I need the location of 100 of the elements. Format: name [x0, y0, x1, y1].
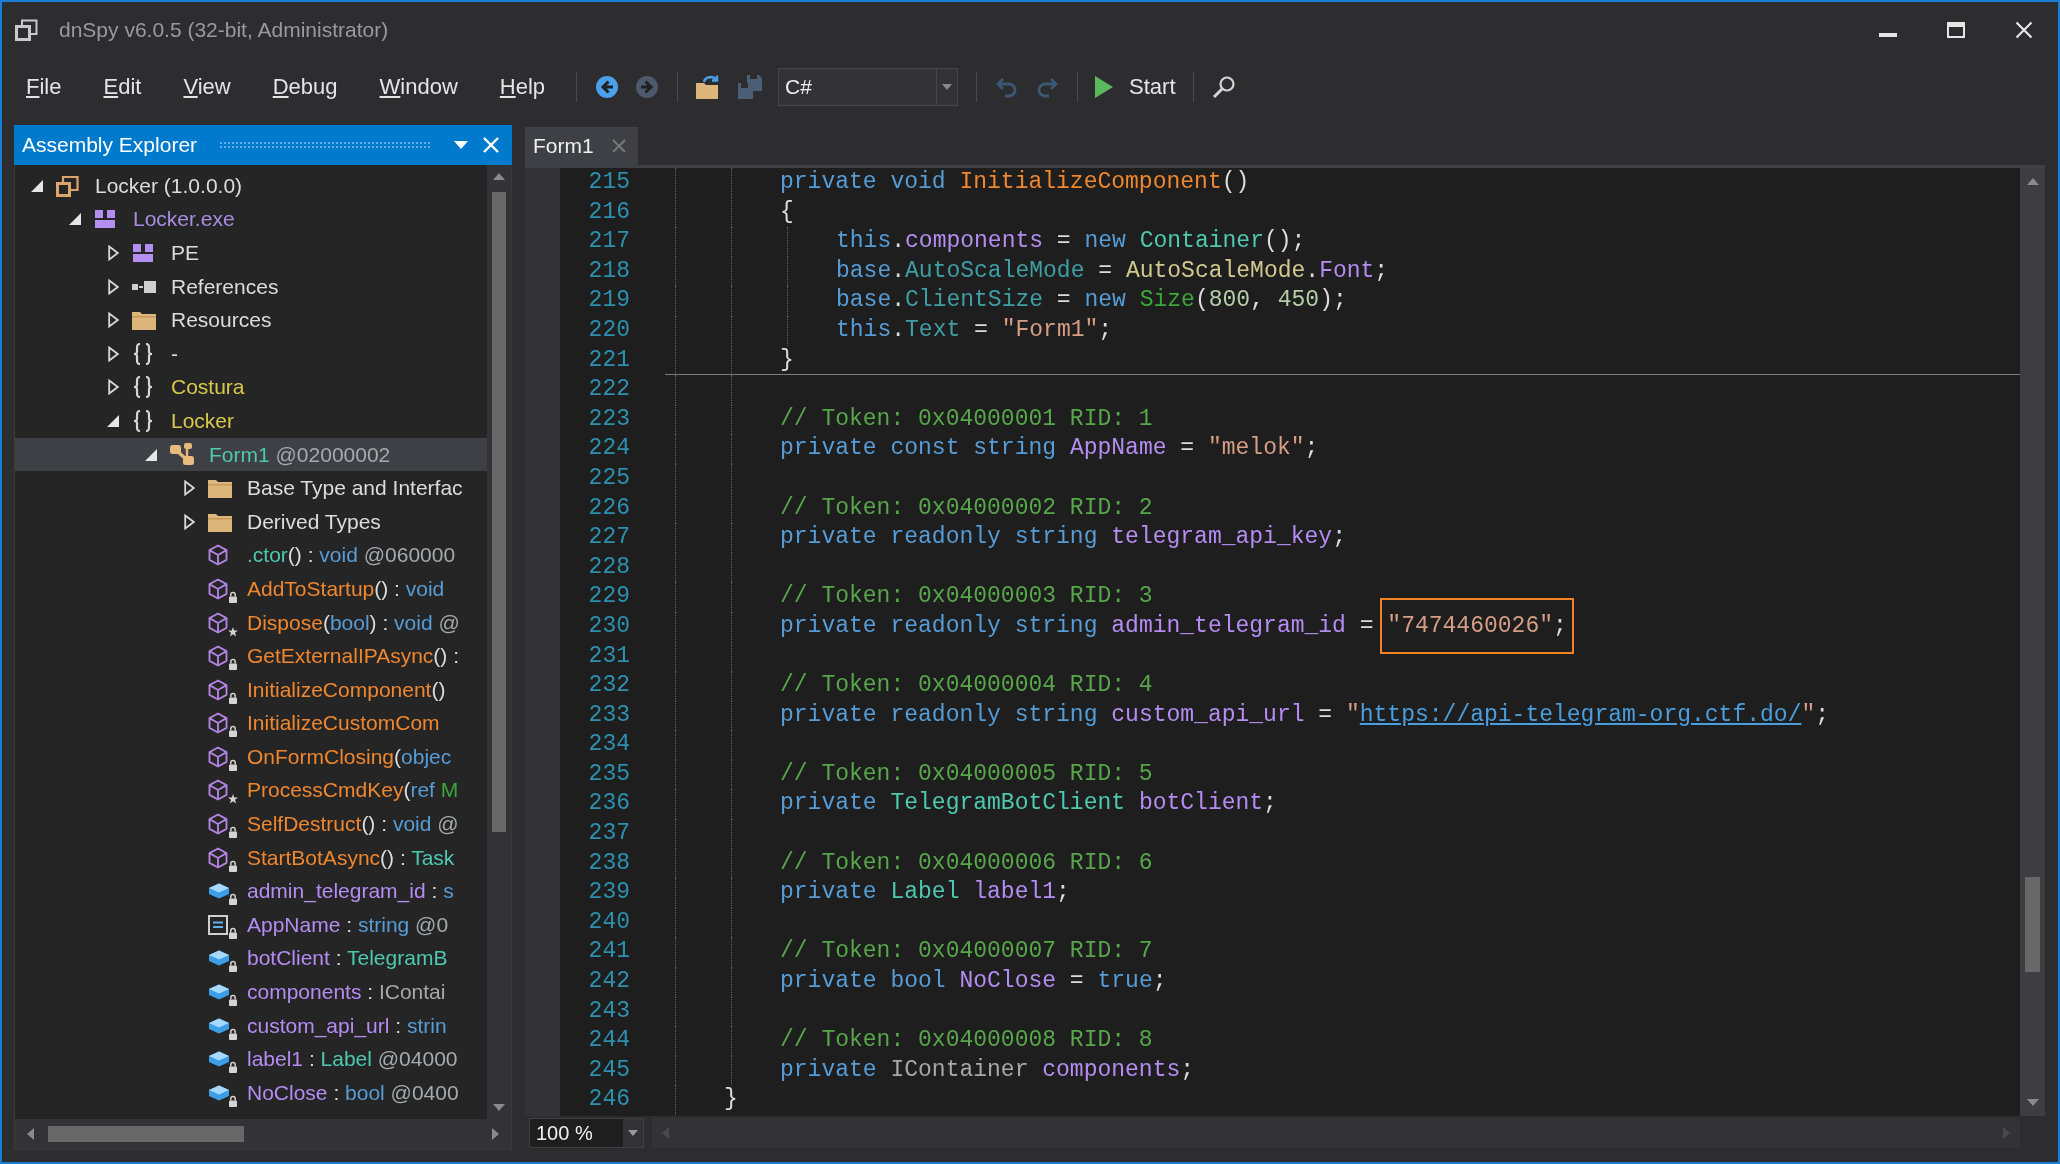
- code-line: // Token: 0x04000006 RID: 6: [780, 849, 1153, 876]
- tree-item[interactable]: Locker.exe: [15, 202, 487, 237]
- menu-item[interactable]: File: [5, 68, 83, 106]
- tree-item[interactable]: Locker: [15, 404, 487, 438]
- brick-icon: [208, 983, 230, 1002]
- tree-item[interactable]: InitializeComponent(): [15, 672, 487, 707]
- line-number: 237: [588, 820, 630, 847]
- tree-item[interactable]: OnFormClosing(objec: [15, 740, 487, 774]
- tree-item[interactable]: ProcessCmdKey(ref M: [15, 773, 487, 808]
- tree-item[interactable]: References: [15, 269, 487, 304]
- collapsed-triangle-icon[interactable]: [183, 480, 195, 497]
- caret-icon: [454, 141, 468, 149]
- language-combo[interactable]: C#: [778, 68, 959, 106]
- triangle-up-icon[interactable]: [493, 173, 505, 180]
- scroll-thumb[interactable]: [2025, 877, 2040, 972]
- expanded-triangle-icon[interactable]: [145, 448, 157, 461]
- code-line: // Token: 0x04000005 RID: 5: [780, 760, 1153, 787]
- start-button[interactable]: Start: [1090, 67, 1181, 107]
- zoom-combo[interactable]: 100 %: [529, 1118, 644, 1148]
- tree-item[interactable]: Derived Types: [15, 504, 487, 539]
- line-number: 229: [588, 583, 630, 610]
- triangle-down-icon[interactable]: [2026, 1099, 2039, 1106]
- tree-item[interactable]: AppName : string @0: [15, 908, 487, 942]
- tree-item[interactable]: custom_api_url : strin: [15, 1008, 487, 1043]
- line-number: 215: [588, 169, 630, 195]
- tree-item[interactable]: admin_telegram_id : s: [15, 874, 487, 909]
- url-link[interactable]: https://api-telegram-org.ctf.do/: [1359, 701, 1802, 728]
- tree-item[interactable]: AddToStartup() : void: [15, 572, 487, 606]
- scrollbar[interactable]: [15, 1119, 511, 1149]
- cube-icon: [208, 577, 228, 600]
- code-line: private readonly string admin_telegram_id =: [780, 612, 1375, 639]
- line-number: 220: [588, 316, 630, 343]
- tree-item[interactable]: StartBotAsync() : Task: [15, 840, 487, 875]
- close-icon: [2015, 21, 2033, 39]
- folder-icon: [208, 478, 232, 499]
- line-number: 242: [588, 968, 630, 995]
- line-number: 238: [588, 849, 630, 876]
- scrollbar[interactable]: [487, 165, 511, 1119]
- connected-squares-icon: [132, 280, 156, 293]
- tree-item[interactable]: botClient : TelegramB: [15, 941, 487, 976]
- scroll-thumb[interactable]: [48, 1126, 244, 1142]
- collapsed-triangle-icon[interactable]: [107, 312, 119, 329]
- tree-item[interactable]: Costura: [15, 370, 487, 405]
- triangle-right-icon[interactable]: [492, 1128, 499, 1140]
- tree-item[interactable]: PE: [15, 236, 487, 270]
- triangle-left-icon[interactable]: [27, 1128, 34, 1140]
- expanded-triangle-icon[interactable]: [69, 213, 81, 226]
- tree-item[interactable]: Locker (1.0.0.0): [15, 169, 487, 203]
- scrollbar[interactable]: [2020, 168, 2045, 1116]
- triangle-down-icon[interactable]: [493, 1104, 505, 1111]
- cube-icon: [208, 544, 228, 567]
- folder-icon: [132, 310, 156, 331]
- menu-item[interactable]: Help: [478, 68, 567, 106]
- scroll-thumb[interactable]: [492, 192, 506, 832]
- cube-icon: [208, 846, 228, 869]
- collapsed-triangle-icon[interactable]: [107, 379, 119, 396]
- editor-tab[interactable]: Form1: [525, 127, 638, 165]
- triangle-up-icon[interactable]: [2026, 178, 2039, 185]
- menu-item[interactable]: Debug: [251, 68, 359, 106]
- line-number: 223: [588, 405, 630, 432]
- collapsed-triangle-icon[interactable]: [107, 278, 119, 295]
- menu-item[interactable]: Window: [358, 68, 479, 106]
- cube-icon: [208, 745, 228, 768]
- caret-icon: [942, 84, 953, 90]
- collapsed-triangle-icon[interactable]: [107, 245, 119, 261]
- close-icon[interactable]: [611, 139, 626, 153]
- brick-icon: [208, 882, 230, 901]
- tree-item[interactable]: SelfDestruct() : void @: [15, 807, 487, 841]
- menu-item[interactable]: View: [162, 68, 252, 106]
- tree-item[interactable]: -: [15, 336, 487, 371]
- cube-icon: [208, 645, 228, 668]
- line-number: 246: [588, 1086, 630, 1113]
- folder-icon: [208, 511, 232, 532]
- line-number: 236: [588, 790, 630, 817]
- tree-item[interactable]: Resources: [15, 303, 487, 337]
- collapsed-triangle-icon[interactable]: [183, 513, 195, 530]
- menu-item[interactable]: Edit: [82, 68, 163, 106]
- code-line: {: [780, 198, 794, 225]
- line-number: 217: [588, 228, 630, 255]
- expanded-triangle-icon[interactable]: [107, 414, 119, 427]
- tree-item[interactable]: components : IContai: [15, 975, 487, 1009]
- line-number: 222: [588, 376, 630, 403]
- tree-item[interactable]: InitializeCustomCom: [15, 706, 487, 741]
- tree-item[interactable]: label1 : Label @04000: [15, 1042, 487, 1077]
- code-line: private void InitializeComponent(): [780, 169, 1250, 195]
- close-icon: [483, 137, 499, 153]
- tree-item[interactable]: Base Type and Interfac: [15, 471, 487, 505]
- tree-item[interactable]: Form1 @02000002: [15, 437, 487, 472]
- tree-item[interactable]: GetExternalIPAsync() :: [15, 639, 487, 673]
- collapsed-triangle-icon[interactable]: [107, 345, 119, 362]
- code-line: // Token: 0x04000003 RID: 3: [780, 583, 1153, 610]
- code-line: private readonly string telegram_api_key;: [780, 524, 1346, 551]
- cube-icon: [208, 779, 228, 802]
- tree-item[interactable]: NoClose : bool @0400: [15, 1076, 487, 1110]
- minimize-icon: [1879, 33, 1897, 37]
- tree-item[interactable]: .ctor() : void @060000: [15, 538, 487, 573]
- expanded-triangle-icon[interactable]: [31, 179, 43, 192]
- tree-item[interactable]: Dispose(bool) : void @: [15, 605, 487, 640]
- cube-icon: [208, 611, 228, 634]
- code-line: this.components = new Container();: [836, 228, 1306, 255]
